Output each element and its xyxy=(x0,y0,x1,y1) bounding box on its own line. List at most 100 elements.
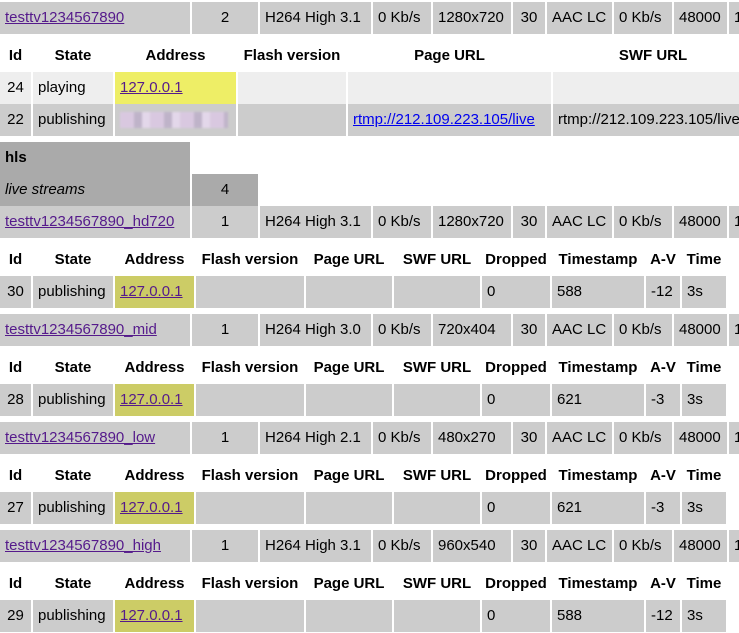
client-address-link[interactable]: 127.0.0.1 xyxy=(120,607,183,624)
col-id: Id xyxy=(8,575,23,592)
client-dropped: 0 xyxy=(482,492,550,524)
client-flash xyxy=(196,492,304,524)
audio-channels: 1 xyxy=(729,206,739,238)
audio-channels: 1 xyxy=(729,530,739,562)
client-swf-url xyxy=(394,600,480,632)
client-address: 127.0.0.1 xyxy=(115,384,194,416)
client-id: 22 xyxy=(0,104,31,136)
client-page-url-cell: rtmp://212.109.223.105/live xyxy=(348,104,551,136)
application-name: hls xyxy=(0,142,190,174)
audio-channels: 1 xyxy=(729,314,739,346)
clients-count: 2 xyxy=(192,2,258,34)
client-address-link[interactable]: 127.0.0.1 xyxy=(120,79,183,96)
client-row: 22 publishing rtmp://212.109.223.105/liv… xyxy=(0,104,739,136)
stream-link[interactable]: testtv1234567890_mid xyxy=(5,321,157,338)
application-row: hls xyxy=(0,142,192,174)
client-swf-url xyxy=(553,72,739,104)
audio-frequency: 48000 xyxy=(674,530,727,562)
video-codec: H264 High 3.1 xyxy=(260,206,371,238)
col-timestamp: Timestamp xyxy=(558,467,638,484)
client-state: publishing xyxy=(33,600,113,632)
col-id: Id xyxy=(8,47,23,64)
col-swf-url: SWF URL xyxy=(402,467,472,484)
audio-channels: 1 xyxy=(729,2,739,34)
page-url-link[interactable]: rtmp://212.109.223.105/live xyxy=(353,111,535,128)
col-dropped: Dropped xyxy=(485,251,547,268)
stream-row: testtv1234567890_hd720 1 H264 High 3.1 0 Kb… xyxy=(0,206,739,238)
col-swf-url: SWF URL xyxy=(402,575,472,592)
col-address: Address xyxy=(124,575,185,592)
stream-link[interactable]: testtv1234567890_hd720 xyxy=(5,213,174,230)
clients-header-row: Id State Address Flash version Page URL SWF U… xyxy=(0,568,728,600)
audio-codec: AAC LC xyxy=(547,2,612,34)
stream-link[interactable]: testtv1234567890 xyxy=(5,9,124,26)
video-codec: H264 High 3.0 xyxy=(260,314,371,346)
client-address-link[interactable]: 127.0.0.1 xyxy=(120,391,183,408)
col-address: Address xyxy=(124,467,185,484)
client-address-link[interactable]: 127.0.0.1 xyxy=(120,499,183,516)
client-state: publishing xyxy=(33,276,113,308)
audio-codec: AAC LC xyxy=(547,314,612,346)
client-av: -12 xyxy=(646,276,680,308)
col-swf-url: SWF URL xyxy=(618,47,688,64)
client-state: playing xyxy=(33,72,113,104)
clients-count: 1 xyxy=(192,530,258,562)
client-swf-url: rtmp://212.109.223.105/live xyxy=(553,104,739,136)
col-id: Id xyxy=(8,251,23,268)
col-id: Id xyxy=(8,467,23,484)
client-address: 127.0.0.1 xyxy=(115,276,194,308)
client-timestamp: 621 xyxy=(552,384,644,416)
client-state: publishing xyxy=(33,104,113,136)
client-dropped: 0 xyxy=(482,600,550,632)
audio-frequency: 48000 xyxy=(674,314,727,346)
col-flash-version: Flash version xyxy=(243,47,341,64)
frame-rate: 30 xyxy=(513,422,545,454)
audio-frequency: 48000 xyxy=(674,2,727,34)
clients-count: 1 xyxy=(192,206,258,238)
client-address-link[interactable]: 127.0.0.1 xyxy=(120,283,183,300)
audio-bandwidth: 0 Kb/s xyxy=(614,422,672,454)
video-bandwidth: 0 Kb/s xyxy=(373,530,431,562)
client-row: 30 publishing 127.0.0.1 0 588 -12 3s xyxy=(0,276,728,308)
col-timestamp: Timestamp xyxy=(558,575,638,592)
client-state: publishing xyxy=(33,384,113,416)
col-flash: Flash version xyxy=(201,575,299,592)
client-address-cell: 127.0.0.1 xyxy=(115,72,236,104)
stream-name-cell: testtv1234567890_high xyxy=(0,530,190,562)
client-page-url xyxy=(306,384,392,416)
client-time: 3s xyxy=(682,492,726,524)
stream-link[interactable]: testtv1234567890_low xyxy=(5,429,155,446)
col-av: A-V xyxy=(650,575,676,592)
audio-bandwidth: 0 Kb/s xyxy=(614,314,672,346)
client-flash xyxy=(196,276,304,308)
stream-link[interactable]: testtv1234567890_high xyxy=(5,537,161,554)
clients-header-row: Id State Address Flash version Page URL SWF U… xyxy=(0,460,728,492)
stream-name-cell: testtv1234567890_low xyxy=(0,422,190,454)
video-codec: H264 High 2.1 xyxy=(260,422,371,454)
clients-header-row: Id State Address Flash version Page URL SWF U… xyxy=(0,352,728,384)
col-time: Time xyxy=(686,575,722,592)
video-codec: H264 High 3.1 xyxy=(260,2,371,34)
col-flash: Flash version xyxy=(201,359,299,376)
client-time: 3s xyxy=(682,384,726,416)
clients-header-row: Id State Address Flash version Page URL … xyxy=(0,40,739,72)
client-row: 27 publishing 127.0.0.1 0 621 -3 3s xyxy=(0,492,728,524)
col-time: Time xyxy=(686,359,722,376)
clients-count: 1 xyxy=(192,314,258,346)
frame-rate: 30 xyxy=(513,206,545,238)
video-bandwidth: 0 Kb/s xyxy=(373,314,431,346)
client-flash xyxy=(196,384,304,416)
client-row: 28 publishing 127.0.0.1 0 621 -3 3s xyxy=(0,384,728,416)
client-address-cell xyxy=(115,104,236,136)
col-dropped: Dropped xyxy=(485,467,547,484)
client-address: 127.0.0.1 xyxy=(115,600,194,632)
client-id: 28 xyxy=(0,384,31,416)
col-av: A-V xyxy=(650,359,676,376)
col-swf-url: SWF URL xyxy=(402,251,472,268)
client-timestamp: 588 xyxy=(552,276,644,308)
client-av: -12 xyxy=(646,600,680,632)
stream-row: testtv1234567890_low 1 H264 High 2.1 0 Kb/s… xyxy=(0,422,739,454)
clients-header-row: Id State Address Flash version Page URL SWF U… xyxy=(0,244,728,276)
client-flash-version xyxy=(238,72,346,104)
live-streams-label: live streams xyxy=(0,174,190,206)
